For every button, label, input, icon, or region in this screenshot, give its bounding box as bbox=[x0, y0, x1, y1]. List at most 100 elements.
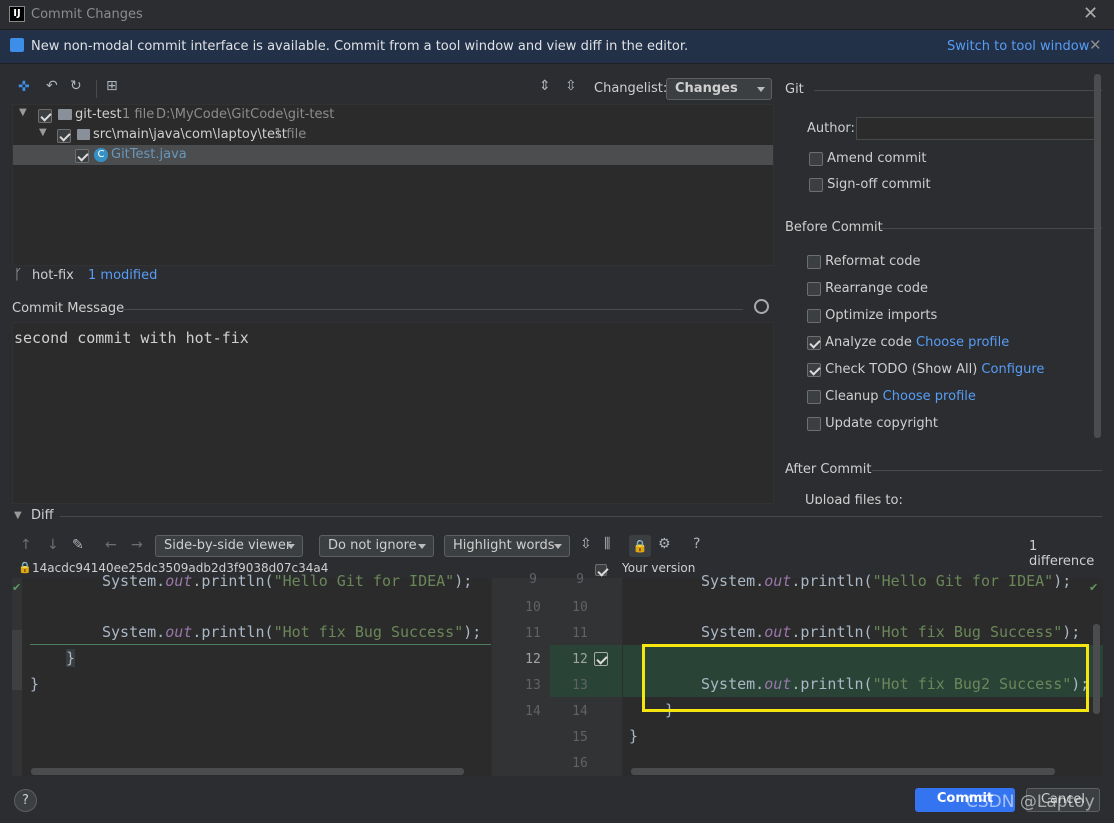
signoff-commit-option[interactable]: Sign-off commit bbox=[809, 177, 931, 192]
section-divider bbox=[880, 228, 1102, 229]
group-by-icon[interactable]: ⊞ bbox=[106, 78, 118, 94]
arrow-up-icon[interactable]: ↑ bbox=[20, 537, 32, 553]
folder-checkbox[interactable] bbox=[57, 128, 71, 143]
code-line-left-9: System.out.println("Hello Git for IDEA")… bbox=[102, 572, 473, 590]
viewer-dropdown[interactable]: Side-by-side viewer bbox=[155, 535, 303, 557]
diff-section[interactable]: ▼ Diff bbox=[12, 508, 1102, 526]
todo-option[interactable]: Check TODO (Show All) Configure bbox=[807, 362, 1044, 377]
author-input[interactable] bbox=[856, 117, 1096, 140]
optimize-label: Optimize imports bbox=[825, 308, 938, 323]
vertical-scrollbar[interactable] bbox=[1093, 624, 1100, 714]
banner-close-icon[interactable]: ✕ bbox=[1089, 36, 1102, 54]
code-line-left-13: } bbox=[30, 675, 40, 693]
highlight-dropdown[interactable]: Highlight words bbox=[444, 535, 570, 557]
help-button[interactable]: ? bbox=[14, 789, 37, 812]
reformat-checkbox[interactable] bbox=[807, 254, 821, 269]
folder-name: src\main\java\com\laptoy\test bbox=[93, 127, 287, 142]
rollback-icon[interactable]: ↶ bbox=[46, 78, 58, 94]
refresh-icon[interactable]: ↻ bbox=[70, 78, 82, 94]
cleanup-checkbox[interactable] bbox=[807, 389, 821, 404]
switch-to-tool-window-link[interactable]: Switch to tool window bbox=[947, 39, 1089, 54]
tree-row-root[interactable]: ▼ git-test 1 file D:\MyCode\GitCode\git-… bbox=[13, 105, 773, 125]
right-line-number: 16 bbox=[572, 756, 588, 771]
left-scroll-mark bbox=[12, 630, 22, 690]
ignore-dropdown[interactable]: Do not ignore bbox=[319, 535, 434, 557]
root-path: D:\MyCode\GitCode\git-test bbox=[156, 107, 335, 122]
tree-row-folder[interactable]: ▼ src\main\java\com\laptoy\test 1 file bbox=[13, 125, 773, 145]
analyze-option[interactable]: Analyze code Choose profile bbox=[807, 335, 1009, 350]
todo-label: Check TODO (Show All) bbox=[825, 362, 978, 377]
arrow-left-icon[interactable]: ← bbox=[105, 537, 117, 553]
amend-commit-option[interactable]: Amend commit bbox=[809, 151, 926, 166]
changes-tree[interactable]: ▼ git-test 1 file D:\MyCode\GitCode\git-… bbox=[12, 104, 774, 266]
arrow-right-icon[interactable]: → bbox=[131, 537, 143, 553]
rearrange-option[interactable]: Rearrange code bbox=[807, 281, 928, 296]
toolbar-separator bbox=[96, 80, 97, 98]
root-checkbox[interactable] bbox=[38, 108, 52, 123]
expand-all-icon[interactable]: ⇕ bbox=[539, 78, 551, 94]
optimize-option[interactable]: Optimize imports bbox=[807, 308, 937, 323]
help-icon[interactable]: ? bbox=[693, 536, 700, 552]
analyze-profile-link[interactable]: Choose profile bbox=[916, 335, 1009, 350]
collapse-all-icon[interactable]: ⇳ bbox=[565, 78, 577, 94]
signoff-checkbox[interactable] bbox=[809, 177, 823, 192]
chevron-down-icon[interactable]: ▼ bbox=[14, 510, 22, 521]
cleanup-option[interactable]: Cleanup Choose profile bbox=[807, 389, 976, 404]
amend-checkbox[interactable] bbox=[809, 151, 823, 166]
signoff-label: Sign-off commit bbox=[827, 177, 931, 192]
todo-checkbox[interactable] bbox=[807, 362, 821, 377]
chevron-down-icon[interactable]: ▼ bbox=[19, 107, 27, 118]
optimize-checkbox[interactable] bbox=[807, 308, 821, 323]
commit-message-text[interactable]: second commit with hot-fix bbox=[14, 329, 249, 347]
folder-icon bbox=[58, 109, 72, 120]
rearrange-checkbox[interactable] bbox=[807, 281, 821, 296]
close-icon[interactable]: ✕ bbox=[1083, 3, 1098, 24]
changelist-dropdown[interactable]: Changes bbox=[666, 78, 772, 100]
analyze-label: Analyze code bbox=[825, 335, 912, 350]
edit-icon[interactable]: ✎ bbox=[72, 537, 84, 553]
diff-gutter: 9 10 11 12 13 14 9 10 11 12 13 14 15 16 bbox=[492, 572, 622, 776]
options-scrollbar[interactable] bbox=[1094, 74, 1101, 438]
banner-text: New non-modal commit interface is availa… bbox=[31, 39, 689, 54]
modified-count[interactable]: 1 modified bbox=[88, 268, 157, 283]
diff-left-pane[interactable]: ✔ System.out.println("Hello Git for IDEA… bbox=[12, 572, 491, 776]
code-line-left-11: System.out.println("Hot fix Bug Success"… bbox=[102, 623, 482, 641]
right-line-number: 12 bbox=[572, 652, 588, 667]
before-commit-title: Before Commit bbox=[785, 220, 883, 235]
gear-icon[interactable]: ⚙ bbox=[658, 536, 671, 552]
left-line-number: 14 bbox=[525, 704, 541, 719]
window-title: Commit Changes bbox=[31, 7, 143, 22]
copyright-checkbox[interactable] bbox=[807, 416, 821, 431]
todo-configure-link[interactable]: Configure bbox=[981, 362, 1044, 377]
sync-scroll-icon[interactable]: ⫼ bbox=[604, 536, 610, 552]
reformat-option[interactable]: Reformat code bbox=[807, 254, 920, 269]
code-line-left-12: } bbox=[66, 649, 76, 667]
your-version-checkbox[interactable] bbox=[595, 563, 607, 576]
code-line-right-11: System.out.println("Hot fix Bug Success"… bbox=[701, 623, 1081, 641]
horizontal-scrollbar[interactable] bbox=[631, 768, 1055, 775]
branch-name[interactable]: hot-fix bbox=[32, 268, 74, 283]
tree-row-file[interactable]: C GitTest.java bbox=[13, 145, 773, 165]
analyze-checkbox[interactable] bbox=[807, 335, 821, 350]
file-checkbox[interactable] bbox=[75, 148, 89, 163]
include-change-checkbox[interactable] bbox=[594, 651, 608, 666]
after-commit-title: After Commit bbox=[785, 462, 872, 477]
right-line-number: 9 bbox=[576, 572, 584, 587]
java-class-icon: C bbox=[94, 148, 108, 162]
pin-icon[interactable]: ✜ bbox=[18, 79, 30, 95]
collapse-unchanged-icon[interactable]: ⇳ bbox=[580, 536, 592, 552]
arrow-down-icon[interactable]: ↓ bbox=[47, 537, 59, 553]
history-icon[interactable] bbox=[754, 299, 769, 314]
commit-message-editor[interactable]: second commit with hot-fix bbox=[12, 322, 774, 504]
right-line-number: 11 bbox=[572, 626, 588, 641]
cleanup-profile-link[interactable]: Choose profile bbox=[883, 389, 976, 404]
horizontal-scrollbar[interactable] bbox=[31, 768, 464, 775]
file-name[interactable]: GitTest.java bbox=[111, 147, 187, 162]
git-section-title: Git bbox=[785, 82, 804, 97]
author-label: Author: bbox=[807, 121, 855, 136]
copyright-option[interactable]: Update copyright bbox=[807, 416, 938, 431]
section-divider bbox=[60, 516, 1102, 517]
folder-count: 1 file bbox=[274, 127, 307, 142]
chevron-down-icon[interactable]: ▼ bbox=[39, 127, 47, 138]
lock-icon[interactable]: 🔒 bbox=[629, 535, 651, 557]
